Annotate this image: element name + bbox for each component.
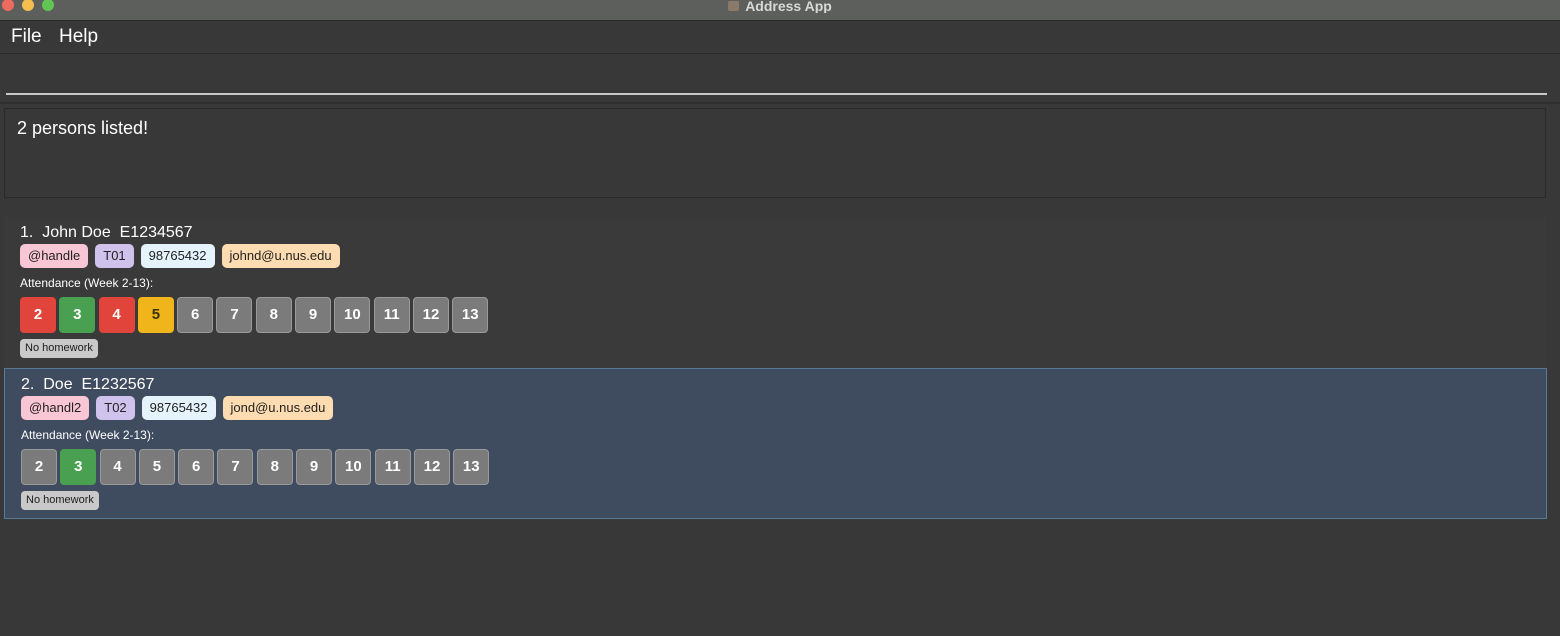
week-box: 3	[59, 297, 96, 333]
week-box: 10	[335, 449, 372, 485]
homework-badge: No homework	[20, 339, 98, 358]
week-box: 10	[334, 297, 371, 333]
window-title: Address App	[745, 0, 832, 13]
command-box	[0, 54, 1560, 102]
person-tags: @handl2 T02 98765432 jond@u.nus.edu	[21, 396, 340, 420]
week-box: 9	[296, 449, 333, 485]
week-box: 12	[413, 449, 450, 485]
attendance-weeks: 2 3 4 5 6 7 8 9 10 11 12 13	[21, 449, 493, 485]
week-box: 7	[217, 449, 254, 485]
week-box: 9	[295, 297, 332, 333]
week-box: 7	[216, 297, 253, 333]
week-box: 8	[255, 297, 292, 333]
phone-tag: 98765432	[140, 244, 215, 268]
week-box: 2	[21, 449, 57, 485]
tutorial-tag: T02	[96, 396, 135, 420]
week-box: 11	[373, 297, 410, 333]
tutorial-tag: T01	[95, 244, 134, 268]
week-box: 4	[98, 297, 135, 333]
week-box: 12	[412, 297, 449, 333]
person-name-id: 2. Doe E1232567	[21, 376, 155, 393]
divider	[0, 102, 1560, 104]
person-card-selected[interactable]: 2. Doe E1232567 @handl2 T02 98765432 jond@u…	[4, 368, 1547, 519]
attendance-label: Attendance (Week 2-13):	[20, 276, 154, 290]
homework-badge: No homework	[21, 491, 99, 510]
week-box: 8	[256, 449, 293, 485]
menu-bar: File Help	[0, 21, 1560, 54]
week-box: 3	[60, 449, 97, 485]
week-box: 13	[453, 449, 490, 485]
title-bar: Address App	[0, 0, 1560, 21]
attendance-label: Attendance (Week 2-13):	[21, 428, 155, 442]
menu-file[interactable]: File	[11, 26, 42, 48]
telegram-handle-tag: @handl2	[21, 396, 90, 420]
week-box: 6	[177, 297, 214, 333]
telegram-handle-tag: @handle	[20, 244, 89, 268]
person-tags: @handle T01 98765432 johnd@u.nus.edu	[20, 244, 347, 268]
week-box: 5	[137, 297, 174, 333]
week-box: 13	[452, 297, 489, 333]
command-input[interactable]	[6, 54, 1547, 95]
week-box: 6	[178, 449, 215, 485]
result-display[interactable]: 2 persons listed!	[4, 108, 1546, 198]
menu-help[interactable]: Help	[59, 26, 98, 48]
week-box: 4	[99, 449, 136, 485]
person-card[interactable]: 1. John Doe E1234567 @handle T01 98765432 j…	[4, 217, 1547, 368]
attendance-weeks: 2 3 4 5 6 7 8 9 10 11 12 13	[20, 297, 492, 333]
person-name-id: 1. John Doe E1234567	[20, 224, 193, 241]
week-box: 11	[374, 449, 411, 485]
result-text: 2 persons listed!	[17, 118, 149, 138]
email-tag: johnd@u.nus.edu	[221, 244, 340, 268]
app-icon	[728, 0, 740, 11]
email-tag: jond@u.nus.edu	[222, 396, 334, 420]
window-title-wrap: Address App	[0, 0, 1560, 13]
week-box: 5	[138, 449, 175, 485]
person-list[interactable]: 1. John Doe E1234567 @handle T01 98765432 j…	[4, 217, 1547, 519]
phone-tag: 98765432	[141, 396, 216, 420]
week-box: 2	[20, 297, 56, 333]
